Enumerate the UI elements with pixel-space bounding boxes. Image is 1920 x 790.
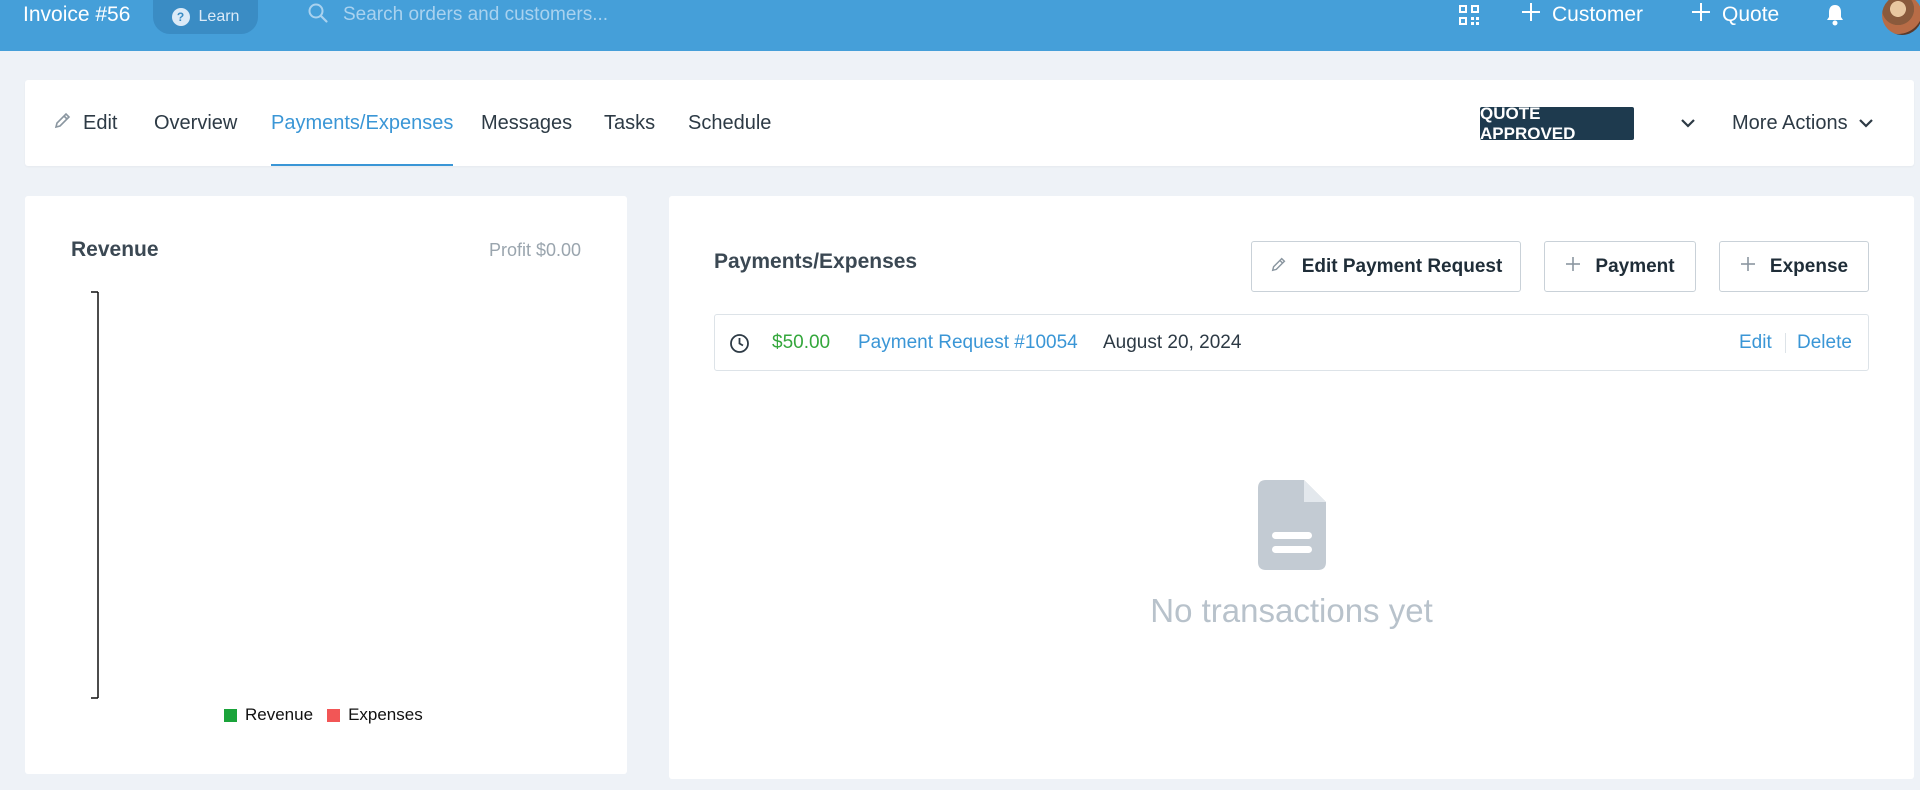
more-actions-label: More Actions — [1732, 111, 1848, 134]
payment-row: $50.00 Payment Request #10054 August 20,… — [714, 314, 1869, 371]
top-bar: Invoice #56 ? Learn Customer Quote — [0, 0, 1920, 51]
payment-date: August 20, 2024 — [1103, 331, 1242, 353]
tab-label: Overview — [154, 111, 238, 134]
row-edit-link[interactable]: Edit — [1739, 332, 1772, 354]
document-icon — [1256, 478, 1328, 577]
tab-label: Messages — [481, 111, 573, 134]
payments-card: Payments/Expenses Edit Payment Request P… — [669, 196, 1914, 779]
learn-label: Learn — [198, 8, 240, 25]
tab-overview[interactable]: Overview — [154, 80, 237, 166]
plus-icon — [1565, 256, 1581, 278]
legend-item-expenses[interactable]: Expenses — [327, 705, 423, 725]
tab-label: Tasks — [604, 111, 656, 134]
more-actions-button[interactable]: More Actions — [1732, 80, 1874, 166]
payment-request-link[interactable]: Payment Request #10054 — [858, 332, 1078, 354]
revenue-card: Revenue Profit $0.00 Revenue Expenses — [25, 196, 627, 774]
legend-swatch-expenses — [327, 708, 341, 722]
button-label: Expense — [1769, 255, 1849, 277]
edit-payment-request-button[interactable]: Edit Payment Request — [1251, 241, 1521, 292]
tabs-bar: Edit Overview Payments/Expenses Messages… — [25, 80, 1914, 166]
invoice-title: Invoice #56 — [23, 3, 131, 26]
help-icon: ? — [171, 8, 190, 26]
plus-icon — [1740, 256, 1756, 278]
qr-code-icon[interactable] — [1458, 0, 1480, 30]
add-payment-button[interactable]: Payment — [1544, 241, 1696, 292]
tab-label: Edit — [83, 111, 118, 134]
legend-item-revenue[interactable]: Revenue — [224, 705, 313, 725]
tab-label: Schedule — [688, 111, 772, 134]
tab-schedule[interactable]: Schedule — [688, 80, 771, 166]
avatar[interactable] — [1882, 0, 1920, 35]
tab-messages[interactable]: Messages — [481, 80, 572, 166]
payment-amount: $50.00 — [772, 331, 831, 353]
status-badge[interactable]: QUOTE APPROVED — [1480, 104, 1634, 143]
legend-label: Revenue — [245, 705, 314, 724]
add-quote-button[interactable]: Quote — [1690, 0, 1779, 30]
customer-label: Customer — [1552, 3, 1644, 26]
add-expense-button[interactable]: Expense — [1719, 241, 1869, 292]
legend-swatch-revenue — [224, 708, 237, 722]
search-icon — [307, 2, 329, 29]
tab-edit[interactable]: Edit — [53, 80, 117, 166]
row-delete-link[interactable]: Delete — [1797, 332, 1852, 354]
search-bar — [307, 0, 927, 30]
empty-state-text: No transactions yet — [1150, 592, 1433, 629]
tab-label: Payments/Expenses — [271, 111, 454, 134]
chevron-down-icon[interactable] — [1673, 108, 1703, 138]
learn-button[interactable]: ? Learn — [153, 0, 258, 34]
search-input[interactable] — [343, 4, 903, 26]
pencil-icon — [53, 110, 73, 136]
bell-icon[interactable] — [1825, 0, 1845, 30]
tab-tasks[interactable]: Tasks — [604, 80, 655, 166]
revenue-chart — [91, 291, 99, 699]
button-label: Edit Payment Request — [1301, 255, 1503, 277]
tab-payments-expenses[interactable]: Payments/Expenses — [271, 80, 454, 166]
chart-legend: Revenue Expenses — [224, 705, 423, 725]
divider — [1785, 333, 1786, 353]
payments-title: Payments/Expenses — [714, 250, 918, 273]
plus-icon — [1520, 1, 1542, 29]
y-axis — [91, 291, 99, 699]
chevron-down-icon — [1858, 112, 1874, 135]
quote-label: Quote — [1722, 3, 1780, 26]
button-label: Payment — [1595, 255, 1675, 277]
legend-label: Expenses — [348, 705, 423, 724]
plus-icon — [1690, 1, 1712, 29]
pencil-icon — [1270, 255, 1288, 279]
clock-icon — [729, 333, 750, 359]
add-customer-button[interactable]: Customer — [1520, 0, 1643, 30]
